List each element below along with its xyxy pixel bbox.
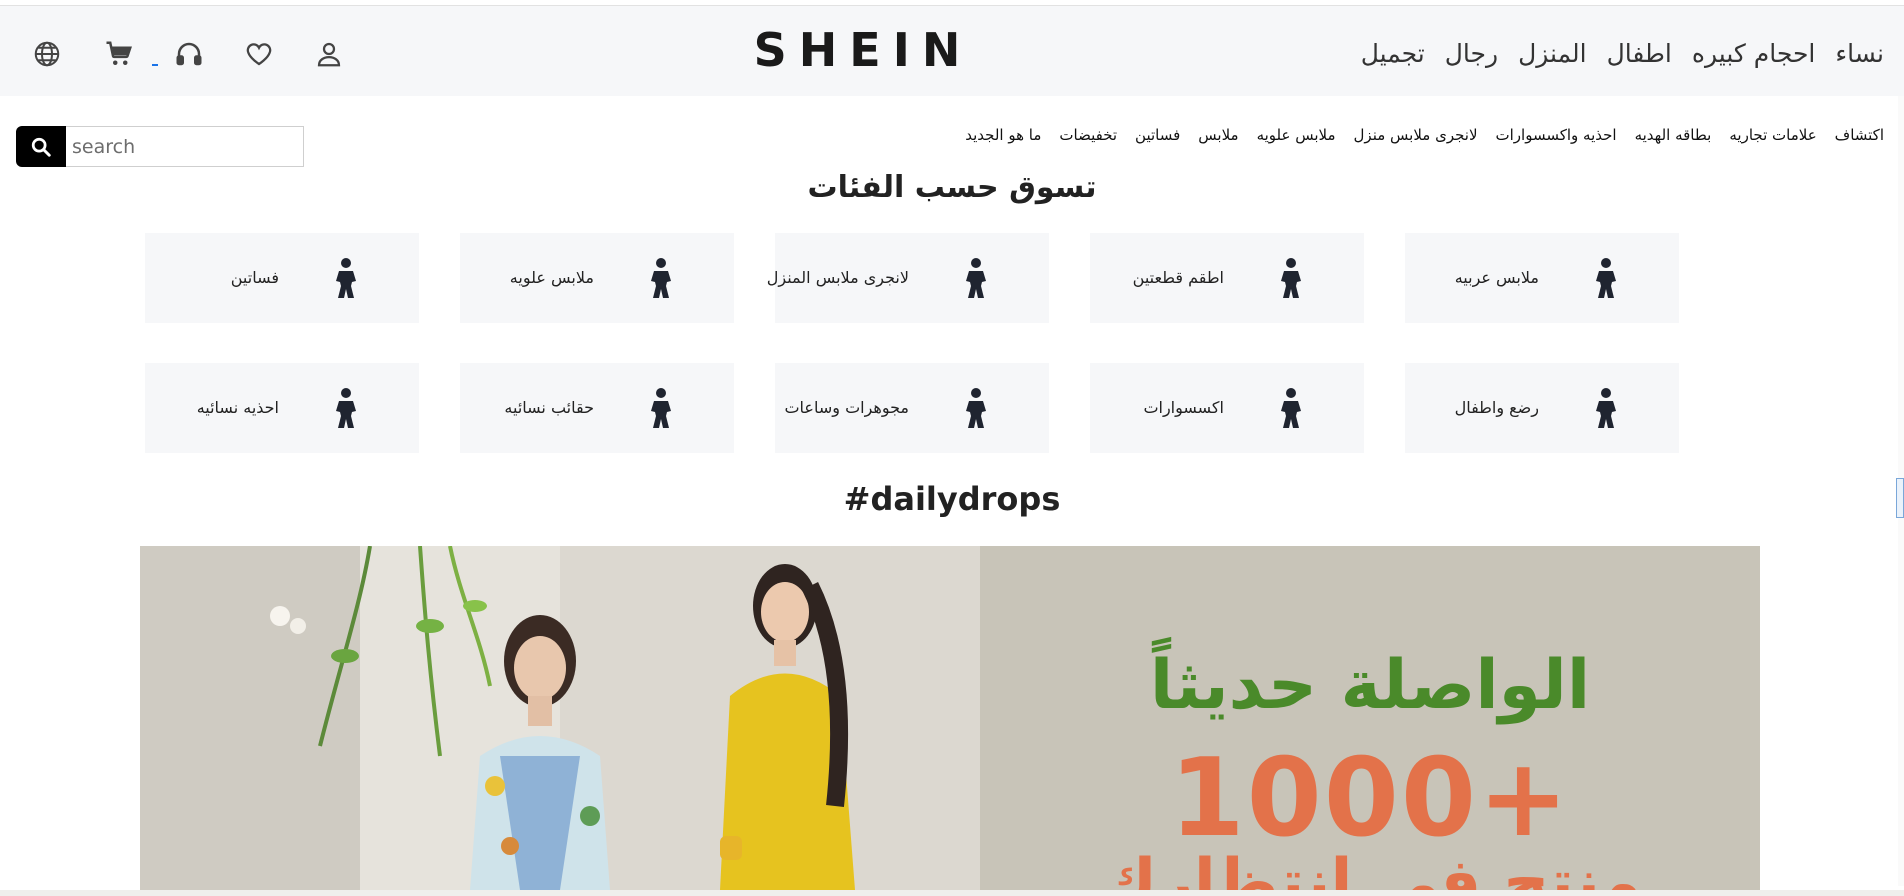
banner-count: 1000+ [1169, 736, 1571, 861]
nav-plus-size[interactable]: احجام كبيره [1692, 39, 1815, 68]
female-figure-icon [336, 258, 356, 298]
site-header: SHEIN نساء احجام كبيره اطفال المنزل رجال… [0, 6, 1904, 96]
female-figure-icon [1596, 258, 1616, 298]
category-card[interactable]: رضع واطفال [1405, 363, 1679, 453]
subnav-sale[interactable]: تخفيضات [1059, 126, 1117, 144]
subnav-tops[interactable]: ملابس علويه [1257, 126, 1336, 144]
search-icon [31, 137, 51, 157]
female-figure-icon [1596, 388, 1616, 428]
sub-nav: اكتشاف علامات تجاريه بطاقه الهديه احذيه … [965, 126, 1884, 144]
female-figure-icon [651, 388, 671, 428]
category-label: حقائب نسائيه [504, 398, 594, 417]
category-card[interactable]: لانجرى ملابس المنزل [767, 233, 1049, 323]
subnav-lingerie-loungewear[interactable]: لانجرى ملابس منزل [1354, 126, 1478, 144]
nav-women[interactable]: نساء [1835, 39, 1884, 68]
female-figure-icon [651, 258, 671, 298]
daily-drops-title: #dailydrops [843, 480, 1061, 518]
banner-photo [140, 546, 980, 890]
category-label: اكسسوارات [1143, 398, 1224, 417]
category-label: ملابس عربيه [1454, 268, 1539, 287]
main-nav: نساء احجام كبيره اطفال المنزل رجال تجميل [1361, 39, 1884, 68]
model-figure-right [720, 564, 855, 890]
scrollbar-thumb[interactable] [1896, 478, 1904, 518]
category-label: رضع واطفال [1454, 398, 1539, 417]
nav-beauty[interactable]: تجميل [1361, 39, 1425, 68]
category-card[interactable]: اكسسوارات [1090, 363, 1364, 453]
category-card[interactable]: احذيه نسائيه [145, 363, 419, 453]
female-figure-icon [1281, 388, 1301, 428]
female-figure-icon [966, 258, 986, 298]
category-card[interactable]: فساتين [145, 233, 419, 323]
category-label: مجوهرات وساعات [784, 398, 909, 417]
subnav-new-in[interactable]: ما هو الجديد [965, 126, 1041, 144]
female-figure-icon [966, 388, 986, 428]
category-card[interactable]: مجوهرات وساعات [775, 363, 1049, 453]
categories-title: تسوق حسب الفئات [807, 170, 1097, 205]
subnav-discover[interactable]: اكتشاف [1835, 126, 1884, 144]
nav-kids[interactable]: اطفال [1607, 39, 1672, 68]
category-label: لانجرى ملابس المنزل [766, 268, 909, 287]
category-label: احذيه نسائيه [196, 398, 279, 417]
category-label: ملابس علويه [509, 268, 594, 287]
category-label: فساتين [230, 268, 279, 287]
subnav-clothing[interactable]: ملابس [1198, 126, 1238, 144]
female-figure-icon [1281, 258, 1301, 298]
female-figure-icon [336, 388, 356, 428]
bottom-bar [0, 890, 1904, 896]
subnav-shoes-accessories[interactable]: احذيه واكسسوارات [1496, 126, 1617, 144]
subnav-gift-card[interactable]: بطاقه الهديه [1635, 126, 1712, 144]
nav-men[interactable]: رجال [1445, 39, 1498, 68]
banner-headline: الواصلة حديثاً [1149, 646, 1591, 725]
search-input[interactable] [66, 126, 304, 167]
search-button[interactable] [16, 126, 66, 167]
nav-home[interactable]: المنزل [1518, 39, 1587, 68]
category-label: اطقم قطعتين [1132, 268, 1224, 287]
promo-banner[interactable]: الواصلة حديثاً 1000+ منتج في انتظارك [140, 546, 1760, 890]
model-figure-left [470, 615, 610, 890]
category-card[interactable]: اطقم قطعتين [1090, 233, 1364, 323]
banner-text-panel: الواصلة حديثاً 1000+ منتج في انتظارك [980, 546, 1760, 890]
category-card[interactable]: ملابس علويه [460, 233, 734, 323]
search-bar [16, 126, 304, 167]
category-card[interactable]: ملابس عربيه [1405, 233, 1679, 323]
subnav-brands[interactable]: علامات تجاريه [1729, 126, 1816, 144]
banner-subline: منتج في انتظارك [1098, 846, 1642, 890]
subnav-dresses[interactable]: فساتين [1135, 126, 1180, 144]
category-card[interactable]: حقائب نسائيه [460, 363, 734, 453]
category-grid: ملابس عربيه اطقم قطعتين لانجرى ملابس الم… [145, 233, 1679, 455]
